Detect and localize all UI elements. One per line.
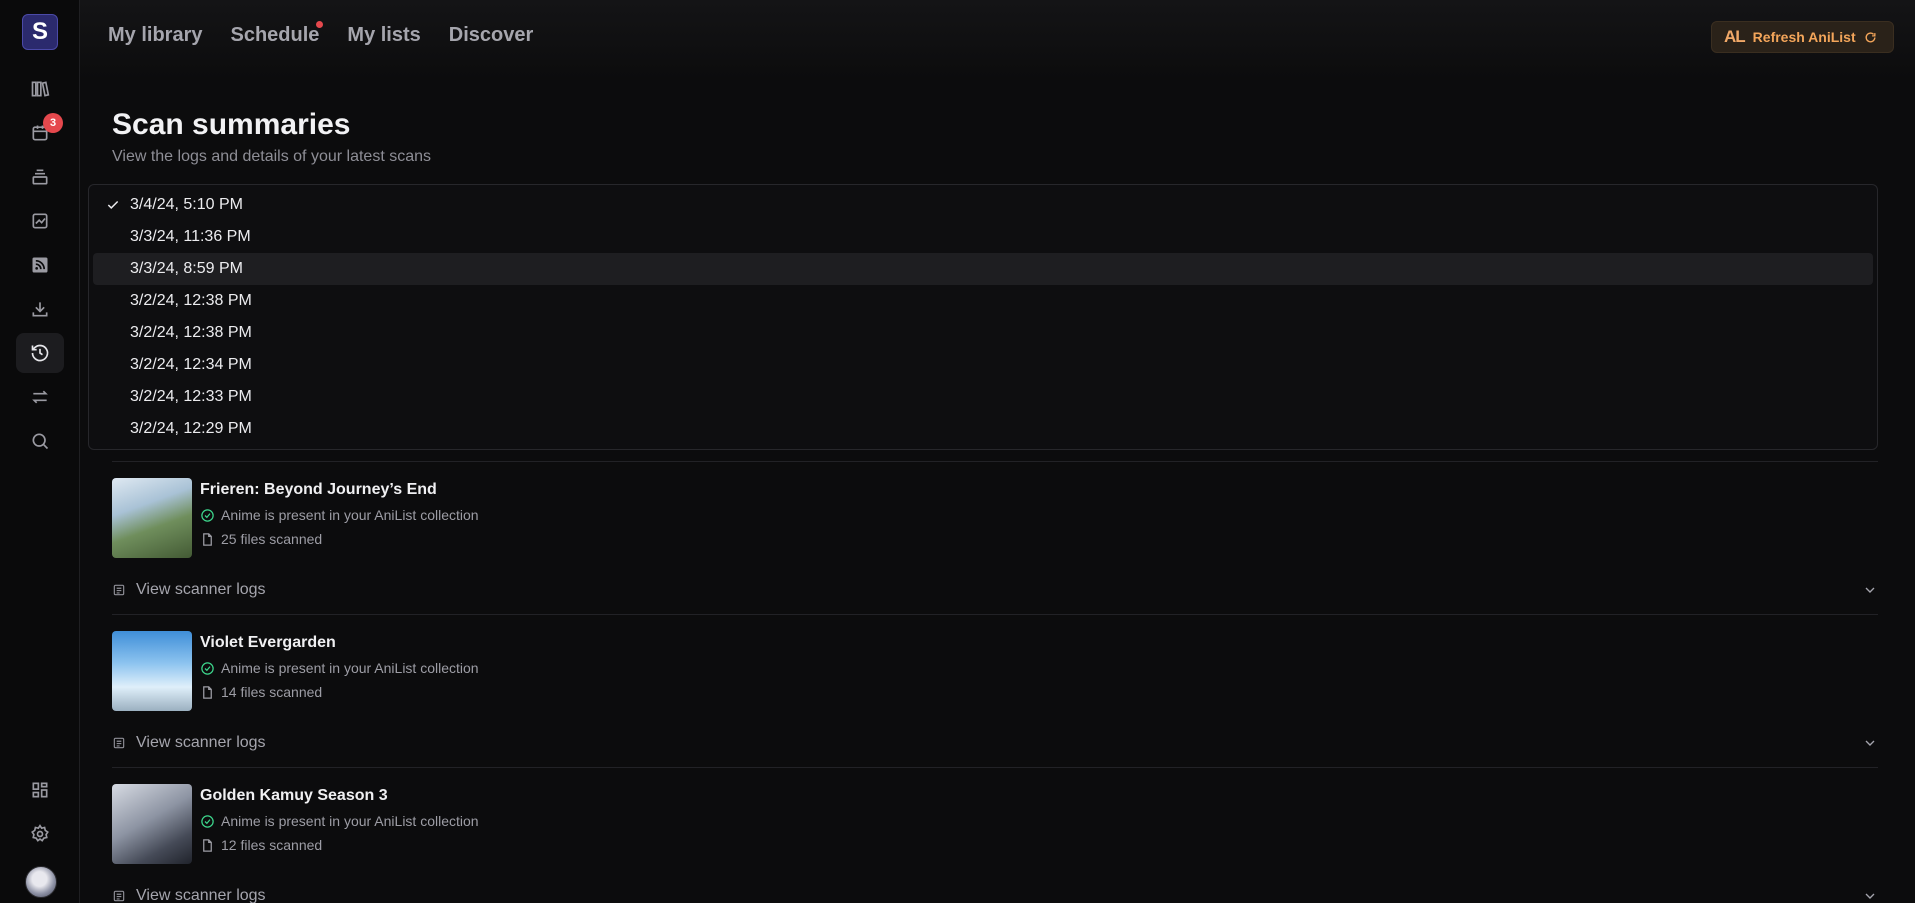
anime-title: Frieren: Beyond Journey’s End [200, 481, 437, 498]
file-icon [203, 838, 212, 852]
top-nav: My library Schedule My lists Discover [108, 21, 534, 47]
check-circle-icon [201, 661, 214, 675]
scan-option[interactable]: 3/2/24, 12:38 PM [93, 285, 1873, 317]
notification-dot [316, 21, 324, 28]
logs-icon [113, 737, 125, 749]
files-line: 14 files scanned [200, 684, 322, 700]
refresh-icon [1865, 31, 1876, 42]
anilist-logo: AL [1724, 27, 1746, 46]
divider [112, 767, 1878, 768]
divider [112, 614, 1878, 615]
nav-schedule[interactable]: Schedule [230, 21, 324, 47]
page-title: Scan summaries [112, 108, 351, 141]
view-scanner-logs-label: View scanner logs [136, 887, 266, 903]
scan-option-label: 3/4/24, 5:10 PM [130, 196, 243, 213]
gear-icon[interactable] [16, 814, 64, 854]
stack-icon[interactable] [16, 157, 64, 197]
status-text: Anime is present in your AniList collect… [221, 660, 479, 676]
nav-my-lists[interactable]: My lists [347, 24, 420, 47]
view-scanner-logs-toggle[interactable]: View scanner logs [112, 578, 1878, 602]
anime-cover-image[interactable] [112, 478, 192, 558]
anime-title: Violet Evergarden [200, 634, 336, 651]
status-text: Anime is present in your AniList collect… [221, 507, 479, 523]
download-icon[interactable] [16, 289, 64, 329]
avatar[interactable] [25, 866, 57, 898]
scan-option-label: 3/3/24, 8:59 PM [130, 260, 243, 277]
anime-title: Golden Kamuy Season 3 [200, 787, 388, 804]
page-subtitle: View the logs and details of your latest… [112, 148, 431, 165]
anime-cover-image[interactable] [112, 784, 192, 864]
scan-option-label: 3/2/24, 12:34 PM [130, 356, 252, 373]
files-line: 25 files scanned [200, 531, 322, 547]
status-line: Anime is present in your AniList collect… [200, 660, 479, 676]
scan-option-label: 3/2/24, 12:33 PM [130, 388, 252, 405]
library-icon[interactable] [16, 69, 64, 109]
schedule-count-badge: 3 [43, 113, 63, 133]
divider [112, 461, 1878, 462]
nav-discover[interactable]: Discover [449, 24, 534, 47]
scan-entry: Violet Evergarden Anime is present in yo… [112, 631, 1878, 761]
scan-option[interactable]: 3/3/24, 8:59 PM [93, 253, 1873, 285]
view-scanner-logs-toggle[interactable]: View scanner logs [112, 884, 1878, 903]
status-line: Anime is present in your AniList collect… [200, 813, 479, 829]
files-line: 12 files scanned [200, 837, 322, 853]
scan-option[interactable]: 3/2/24, 12:38 PM [93, 317, 1873, 349]
anime-cover-image[interactable] [112, 631, 192, 711]
scan-option-label: 3/2/24, 12:38 PM [130, 324, 252, 341]
scan-entry: Frieren: Beyond Journey’s End Anime is p… [112, 478, 1878, 608]
chevron-down-icon [1865, 893, 1875, 899]
transfer-icon[interactable] [16, 377, 64, 417]
status-line: Anime is present in your AniList collect… [200, 507, 479, 523]
check-circle-icon [201, 508, 214, 522]
refresh-anilist-button[interactable]: AL Refresh AniList [1711, 21, 1894, 53]
chart-icon[interactable] [16, 201, 64, 241]
scan-option[interactable]: 3/2/24, 12:34 PM [93, 349, 1873, 381]
files-count: 25 files scanned [221, 531, 323, 547]
search-icon[interactable] [16, 421, 64, 461]
logs-icon [113, 584, 125, 596]
nav-schedule-label: Schedule [230, 24, 320, 46]
nav-my-library[interactable]: My library [108, 24, 202, 47]
files-count: 12 files scanned [221, 837, 323, 853]
status-text: Anime is present in your AniList collect… [221, 813, 479, 829]
view-scanner-logs-label: View scanner logs [136, 581, 266, 598]
app-logo[interactable]: S [22, 14, 58, 50]
file-icon [203, 532, 212, 546]
file-icon [203, 685, 212, 699]
check-circle-icon [201, 814, 214, 828]
chevron-down-icon [1865, 740, 1875, 746]
scan-option[interactable]: 3/2/24, 12:33 PM [93, 381, 1873, 413]
view-scanner-logs-label: View scanner logs [136, 734, 266, 751]
scan-select-dropdown[interactable]: 3/4/24, 5:10 PM 3/3/24, 11:36 PM 3/3/24,… [88, 184, 1878, 450]
dashboard-icon[interactable] [16, 770, 64, 810]
check-icon [107, 200, 119, 209]
refresh-anilist-label: Refresh AniList [1752, 29, 1856, 45]
sidebar: S 3 [0, 0, 80, 903]
files-count: 14 files scanned [221, 684, 323, 700]
history-icon[interactable] [16, 333, 64, 373]
chevron-down-icon [1865, 587, 1875, 593]
rss-icon[interactable] [16, 245, 64, 285]
scan-option[interactable]: 3/4/24, 5:10 PM [93, 189, 1873, 221]
scan-option-label: 3/2/24, 12:29 PM [130, 420, 252, 437]
scan-option-label: 3/2/24, 12:38 PM [130, 292, 252, 309]
scan-option[interactable]: 3/3/24, 11:36 PM [93, 221, 1873, 253]
view-scanner-logs-toggle[interactable]: View scanner logs [112, 731, 1878, 755]
logs-icon [113, 890, 125, 902]
app-root: S 3 My library Schedule My lists Discove… [0, 0, 1915, 903]
scan-option-label: 3/3/24, 11:36 PM [130, 228, 251, 245]
scan-option[interactable]: 3/2/24, 12:29 PM [93, 413, 1873, 445]
scan-entry: Golden Kamuy Season 3 Anime is present i… [112, 784, 1878, 903]
